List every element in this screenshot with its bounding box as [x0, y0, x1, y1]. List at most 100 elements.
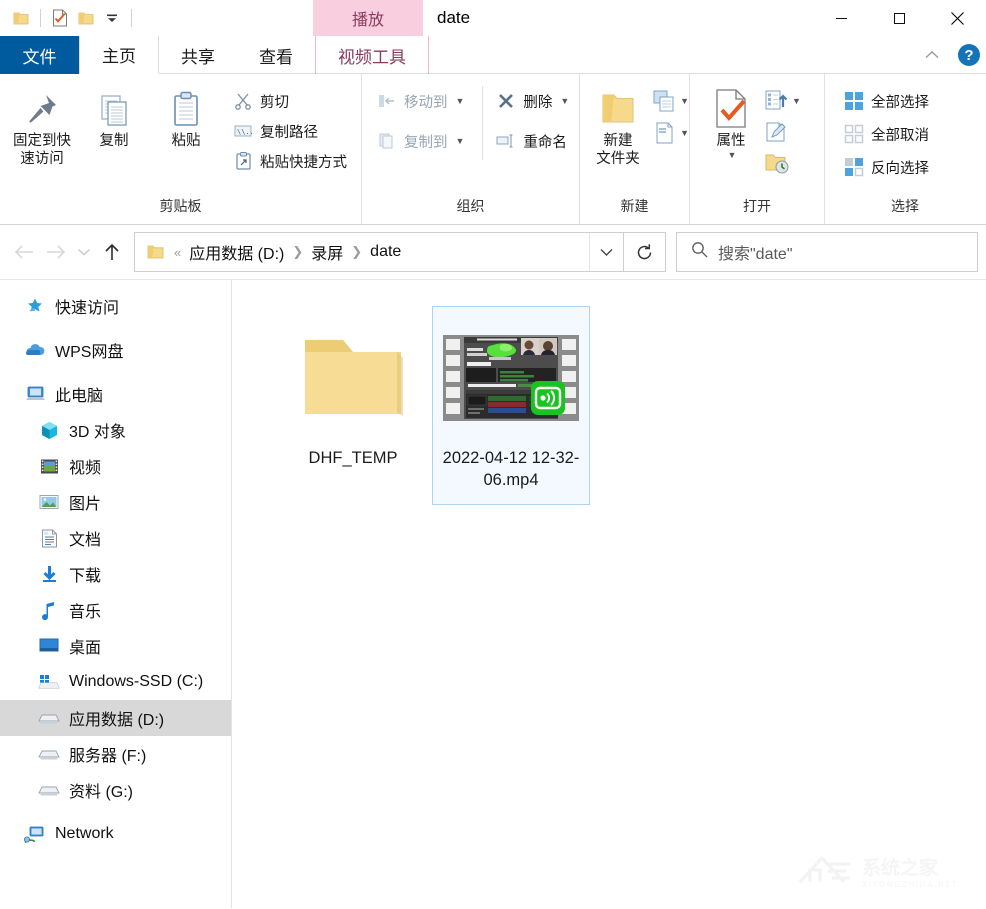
search-box[interactable]: 搜索"date"	[676, 232, 978, 272]
ribbon-group-clipboard: 固定到快 速访问 复制	[0, 74, 362, 224]
tab-file[interactable]: 文件	[0, 36, 79, 74]
sidebar-item-downloads[interactable]: 下载	[0, 556, 231, 592]
sidebar-item-videos[interactable]: 视频	[0, 448, 231, 484]
sidebar-label: 应用数据 (D:)	[69, 706, 164, 730]
sidebar-item-app-data-d[interactable]: 应用数据 (D:)	[0, 700, 231, 736]
sidebar-label: 此电脑	[55, 382, 103, 406]
breadcrumb-overflow[interactable]: «	[172, 245, 183, 260]
customize-dropdown-icon[interactable]	[99, 5, 125, 31]
breadcrumb-bar[interactable]: « 应用数据 (D:) ❯ 录屏 ❯ date	[134, 232, 624, 272]
breadcrumb-separator-1[interactable]: ❯	[290, 244, 305, 260]
back-button[interactable]	[8, 236, 40, 268]
properties-label: 属性	[717, 132, 746, 150]
contextual-tab-header[interactable]: 播放	[313, 0, 423, 36]
sidebar-item-data-g[interactable]: 资料 (G:)	[0, 772, 231, 808]
recent-locations-button[interactable]	[72, 236, 96, 268]
easy-access-button[interactable]: ▼	[652, 118, 689, 148]
sidebar-item-network[interactable]: Network	[0, 816, 231, 852]
breadcrumb-separator-2[interactable]: ❯	[349, 244, 364, 260]
chevron-down-icon[interactable]: ▼	[456, 96, 465, 106]
window-controls	[812, 0, 986, 36]
drive-icon	[38, 711, 60, 725]
3d-objects-icon	[38, 421, 60, 440]
copy-to-button[interactable]: 复制到 ▼	[376, 128, 470, 154]
sidebar-label: 下载	[69, 562, 101, 586]
sidebar-item-music[interactable]: 音乐	[0, 592, 231, 628]
chevron-down-icon-open[interactable]: ▼	[792, 96, 801, 106]
svg-text:系统之家: 系统之家	[862, 856, 939, 879]
properties-button[interactable]: 属性 ▼	[702, 82, 760, 161]
main-area: 快速访问 WPS网盘 此电脑 3D 对象 视频	[0, 279, 986, 908]
copy-path-button[interactable]: \\.. 复制路径	[232, 118, 353, 144]
refresh-button[interactable]	[624, 232, 666, 272]
sidebar-item-server-f[interactable]: 服务器 (F:)	[0, 736, 231, 772]
chevron-down-icon-new[interactable]: ▼	[680, 96, 689, 106]
help-button[interactable]: ?	[958, 44, 980, 66]
open-with-icon	[764, 89, 790, 113]
properties-icon[interactable]	[47, 5, 73, 31]
select-all-button[interactable]: 全部选择	[843, 88, 935, 114]
forward-button[interactable]	[40, 236, 72, 268]
breadcrumb-item-drive[interactable]: 应用数据 (D:)	[183, 240, 290, 264]
minimize-button[interactable]	[812, 0, 870, 36]
tab-video-tools[interactable]: 视频工具	[315, 36, 429, 74]
sidebar-item-this-pc[interactable]: 此电脑	[0, 376, 231, 412]
cut-button[interactable]: 剪切	[232, 88, 353, 114]
search-icon	[691, 241, 708, 263]
easy-access-icon	[652, 121, 678, 145]
open-with-button[interactable]: ▼	[764, 86, 801, 116]
invert-selection-label: 反向选择	[871, 157, 929, 178]
chevron-down-icon-props[interactable]: ▼	[728, 150, 737, 161]
rename-label: 重命名	[523, 131, 567, 152]
chevron-up-icon[interactable]	[918, 47, 946, 64]
cut-label: 剪切	[260, 91, 289, 112]
breadcrumb-item-date[interactable]: date	[364, 243, 407, 261]
sidebar-item-pictures[interactable]: 图片	[0, 484, 231, 520]
breadcrumb-item-luping[interactable]: 录屏	[305, 240, 349, 264]
paste-shortcut-label: 粘贴快捷方式	[260, 151, 347, 172]
new-folder-label: 新建 文件夹	[596, 132, 640, 168]
new-folder-icon[interactable]	[73, 5, 99, 31]
copy-button[interactable]: 复制	[78, 82, 150, 150]
address-bar: « 应用数据 (D:) ❯ 录屏 ❯ date 搜索"date"	[0, 225, 986, 279]
maximize-button[interactable]	[870, 0, 928, 36]
file-list[interactable]: DHF_TEMP	[232, 280, 986, 908]
sidebar-item-3d-objects[interactable]: 3D 对象	[0, 412, 231, 448]
paste-button[interactable]: 粘贴	[150, 82, 222, 150]
sidebar-item-desktop[interactable]: 桌面	[0, 628, 231, 664]
sidebar-item-quick-access[interactable]: 快速访问	[0, 288, 231, 324]
list-item-video[interactable]: 2022-04-12 12-32-06.mp4	[432, 306, 590, 505]
select-none-button[interactable]: 全部取消	[843, 121, 935, 147]
address-dropdown-button[interactable]	[589, 233, 623, 271]
sidebar-label: 桌面	[69, 634, 101, 658]
tab-view[interactable]: 查看	[237, 36, 315, 74]
sidebar-item-windows-ssd-c[interactable]: Windows-SSD (C:)	[0, 664, 231, 700]
invert-selection-button[interactable]: 反向选择	[843, 154, 935, 180]
rename-button[interactable]: 重命名	[495, 128, 575, 154]
history-button[interactable]	[764, 148, 801, 178]
network-icon	[24, 825, 46, 844]
folder-icon[interactable]	[8, 5, 34, 31]
sidebar-item-documents[interactable]: 文档	[0, 520, 231, 556]
chevron-down-icon-3[interactable]: ▼	[560, 96, 569, 106]
tab-share[interactable]: 共享	[159, 36, 237, 74]
sidebar-item-wps-cloud[interactable]: WPS网盘	[0, 332, 231, 368]
list-item-folder[interactable]: DHF_TEMP	[274, 306, 432, 482]
sidebar-label: 图片	[69, 490, 101, 514]
delete-button[interactable]: 删除 ▼	[495, 88, 575, 114]
chevron-down-icon-easy[interactable]: ▼	[680, 128, 689, 138]
sidebar-label: 资料 (G:)	[69, 778, 133, 802]
new-folder-button[interactable]: 新建 文件夹	[586, 82, 650, 168]
chevron-down-icon-2[interactable]: ▼	[456, 136, 465, 146]
copy-label: 复制	[100, 132, 129, 150]
tab-home[interactable]: 主页	[79, 36, 159, 74]
up-button[interactable]	[96, 236, 128, 268]
new-item-button[interactable]: ▼	[652, 86, 689, 116]
pin-to-quick-access-button[interactable]: 固定到快 速访问	[6, 82, 78, 168]
downloads-icon	[38, 565, 60, 583]
move-to-button[interactable]: 移动到 ▼	[376, 88, 470, 114]
pin-icon	[22, 86, 62, 132]
edit-button[interactable]	[764, 117, 801, 147]
close-button[interactable]	[928, 0, 986, 36]
paste-shortcut-button[interactable]: 粘贴快捷方式	[232, 148, 353, 174]
